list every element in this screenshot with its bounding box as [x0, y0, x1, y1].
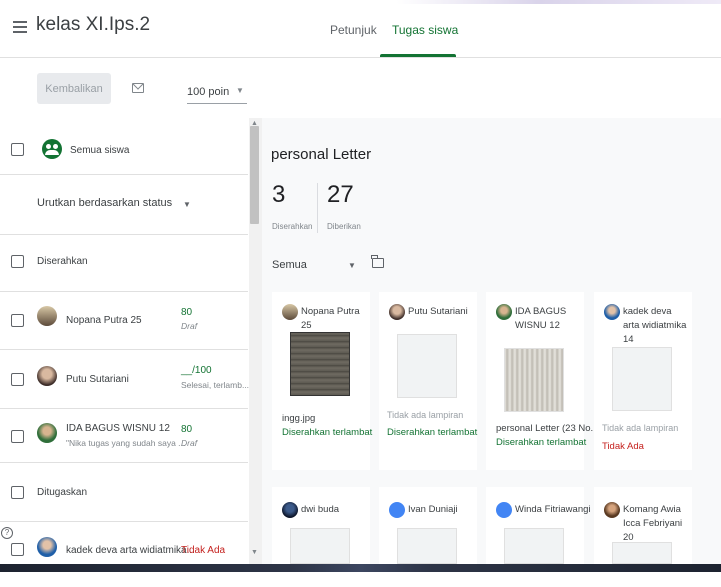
submission-status: Diserahkan terlambat: [282, 427, 373, 438]
student-checkbox[interactable]: [11, 373, 24, 386]
attachment-note: Tidak ada lampiran: [387, 410, 464, 420]
avatar: [37, 423, 57, 443]
card-student-name: Winda Fitriawangi: [515, 504, 591, 515]
chevron-down-icon: ▼: [236, 86, 244, 95]
attachment-thumbnail[interactable]: [504, 348, 564, 412]
menu-icon[interactable]: [13, 21, 27, 33]
divider: [0, 462, 248, 463]
student-list-panel: [0, 118, 262, 572]
folder-icon[interactable]: [371, 255, 384, 268]
empty-thumbnail: [504, 528, 564, 564]
people-icon: [42, 139, 62, 159]
divider: [0, 349, 248, 350]
card-student-name: Nopana Putra 25: [301, 306, 360, 331]
grade-status: Selesai, terlamb...: [181, 380, 250, 390]
card-student-name: Komang Awia Icca Febriyani 20: [623, 504, 683, 543]
os-taskbar: [0, 564, 721, 572]
divider: [0, 521, 248, 522]
submitted-count: 3: [272, 181, 286, 208]
empty-thumbnail: [397, 334, 457, 398]
avatar: [604, 304, 620, 320]
submitted-label: Diserahkan: [272, 222, 313, 231]
card-student-name: IDA BAGUS WISNU 12: [515, 306, 567, 331]
empty-thumbnail: [397, 528, 457, 564]
scroll-up-icon[interactable]: ▲: [251, 120, 258, 127]
filter-select[interactable]: Semua: [272, 259, 307, 271]
student-grade[interactable]: 80: [181, 424, 192, 435]
divider: [0, 234, 248, 235]
select-all-checkbox[interactable]: [11, 143, 24, 156]
active-tab-indicator: [380, 54, 456, 57]
student-checkbox[interactable]: [11, 314, 24, 327]
avatar: [389, 304, 405, 320]
tab-tugas-siswa[interactable]: Tugas siswa: [392, 23, 458, 37]
divider: [317, 183, 318, 233]
divider: [0, 174, 248, 175]
avatar: [604, 502, 620, 518]
chevron-down-icon: ▼: [183, 200, 191, 209]
assignment-title: personal Letter: [271, 146, 372, 163]
scrollbar-thumb[interactable]: [250, 126, 259, 224]
private-comment: "Nika tugas yang sudah saya ...: [66, 438, 186, 448]
card-student-name: Putu Sutariani: [408, 306, 468, 317]
student-grade[interactable]: Tidak Ada: [181, 545, 225, 556]
attachment-thumbnail[interactable]: [290, 332, 350, 396]
avatar: [282, 502, 298, 518]
divider: [0, 291, 248, 292]
all-students-label: Semua siswa: [70, 145, 130, 156]
attachment-filename[interactable]: personal Letter (23 No...: [496, 423, 598, 434]
avatar: [282, 304, 298, 320]
student-name[interactable]: Putu Sutariani: [66, 374, 129, 385]
avatar: [389, 502, 405, 518]
avatar: [496, 304, 512, 320]
divider: [0, 408, 248, 409]
section-assigned-label: Ditugaskan: [37, 487, 88, 498]
attachment-filename[interactable]: ingg.jpg: [282, 413, 315, 424]
assigned-count: 27: [327, 181, 354, 208]
avatar: [37, 537, 57, 557]
attachment-note: Tidak ada lampiran: [602, 423, 679, 433]
student-name[interactable]: kadek deva arta widiatmika...: [66, 545, 195, 556]
student-name[interactable]: Nopana Putra 25: [66, 315, 142, 326]
student-name[interactable]: IDA BAGUS WISNU 12: [66, 423, 170, 434]
submission-status: Tidak Ada: [602, 441, 644, 452]
empty-thumbnail: [612, 542, 672, 564]
student-checkbox[interactable]: [11, 430, 24, 443]
card-student-name: kadek deva arta widiatmika 14: [623, 306, 687, 345]
student-grade[interactable]: 80: [181, 307, 192, 318]
grade-status: Draf: [181, 321, 198, 331]
card-student-name: Ivan Duniaji: [408, 504, 458, 515]
class-title[interactable]: kelas XI.Ips.2: [36, 14, 150, 36]
avatar: [37, 366, 57, 386]
section-submitted-label: Diserahkan: [37, 256, 88, 267]
assigned-label: Diberikan: [327, 222, 361, 231]
student-grade[interactable]: __/100: [181, 365, 212, 376]
sort-select[interactable]: Urutkan berdasarkan status: [37, 197, 172, 209]
submission-status: Diserahkan terlambat: [387, 427, 478, 438]
grade-status: Draf: [181, 438, 198, 448]
submission-status: Diserahkan terlambat: [496, 437, 587, 448]
avatar: [496, 502, 512, 518]
card-student-name: dwi buda: [301, 504, 340, 515]
avatar: [37, 306, 57, 326]
tab-petunjuk[interactable]: Petunjuk: [330, 23, 377, 37]
student-checkbox[interactable]: [11, 543, 24, 556]
help-icon[interactable]: ?: [1, 527, 13, 539]
app-header: kelas XI.Ips.2 Petunjuk Tugas siswa: [0, 0, 721, 58]
section-submitted-checkbox[interactable]: [11, 255, 24, 268]
section-assigned-checkbox[interactable]: [11, 486, 24, 499]
empty-thumbnail: [290, 528, 350, 564]
mail-icon[interactable]: [132, 83, 144, 93]
return-button[interactable]: Kembalikan: [37, 73, 111, 104]
scroll-down-icon[interactable]: ▼: [251, 549, 258, 556]
empty-thumbnail: [612, 347, 672, 411]
chevron-down-icon: ▼: [348, 261, 356, 270]
